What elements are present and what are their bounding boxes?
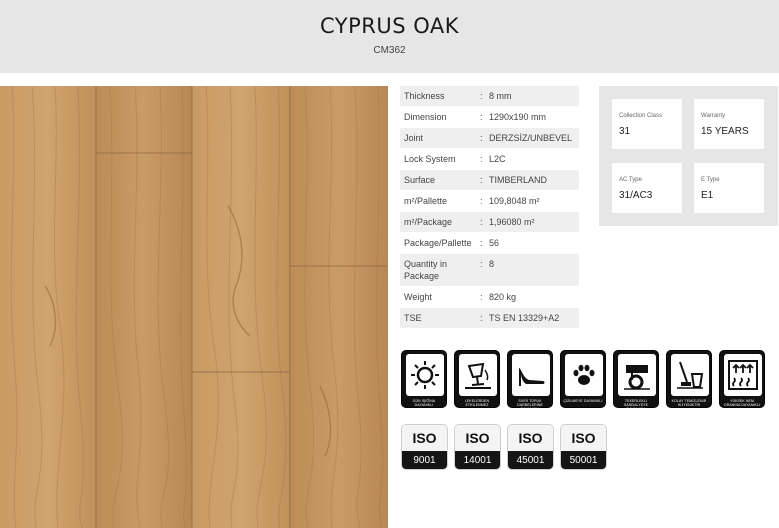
spec-label: Dimension (404, 112, 447, 122)
iso-50001-label: ISO (561, 425, 606, 451)
stain-resistance-caption: LEKELERDEN ETKİLENMEZ (464, 399, 490, 407)
spec-label: Weight (404, 292, 432, 302)
spec-value: 1,96080 m² (489, 217, 535, 227)
feature-icons: GÜN IŞIĞINA DAYANIKLI LEKELERDEN ETKİLEN… (401, 350, 771, 411)
spec-separator: : (480, 133, 483, 143)
spec-label: Package/Pallette (404, 238, 472, 248)
spec-row: m²/Pallette:109,8048 m² (400, 191, 579, 212)
spec-value: TS EN 13329+A2 (489, 313, 560, 323)
spec-separator: : (480, 238, 483, 248)
spec-row: Weight:820 kg (400, 287, 579, 308)
spec-separator: : (480, 292, 483, 302)
spec-value: 109,8048 m² (489, 196, 540, 206)
easy-clean-caption: KOLAY TEMİZLENİR HİJYENİKTİR (671, 399, 707, 407)
spec-separator: : (480, 196, 483, 206)
high-heel-icon (519, 368, 545, 386)
spec-row: Quantity in Package:8 (400, 254, 579, 287)
spec-value: 820 kg (489, 292, 517, 302)
spec-row: Surface: TIMBERLAND (400, 170, 579, 191)
spec-label: m²/Pallette (404, 196, 448, 206)
sun-icon (411, 361, 439, 389)
spec-row: Joint: DERZSİZ/UNBEVEL (400, 128, 579, 149)
product-title: CYPRUS OAK (319, 14, 460, 38)
e-type-card: E Type E1 (694, 163, 764, 213)
spec-label: m²/Package (404, 217, 453, 227)
spec-row: Dimension:1290x190 mm (400, 107, 579, 128)
iso-9001-label: ISO (402, 425, 447, 451)
iso-14001-badge: ISO 14001 (454, 424, 501, 470)
easy-clean-badge: KOLAY TEMİZLENİR HİJYENİKTİR (666, 350, 712, 408)
humidity-icon (728, 360, 758, 390)
spec-value: DERZSİZ/UNBEVEL (489, 133, 573, 143)
warranty-value: 15 YEARS (701, 126, 749, 137)
e-type-label: E Type (701, 177, 720, 183)
scratch-resistance-caption: ÇİZİLMEYE DAYANIKLI (563, 399, 603, 403)
spec-separator: : (480, 313, 483, 323)
warranty-label: Warranty (701, 113, 726, 119)
iso-14001-label: ISO (455, 425, 500, 451)
spec-separator: : (480, 259, 483, 269)
spec-row: Package/Pallette:56 (400, 233, 579, 254)
spec-value: 56 (489, 238, 500, 248)
spec-label: Thickness (404, 91, 445, 101)
humidity-resistance-caption: YÜKSEK NEM ORANINA DAYANIKLI (723, 399, 761, 407)
spec-separator: : (480, 175, 483, 185)
stain-resistance-badge: LEKELERDEN ETKİLENMEZ (454, 350, 500, 408)
wheel-resistance-caption: TEKERLEKLİ SANDALYEYE DAYANIKLI (623, 399, 649, 411)
collection-class-card: Collection Class 31 (612, 99, 682, 149)
iso-45001-badge: ISO 45001 (507, 424, 554, 470)
spec-row: m²/Package:1,96080 m² (400, 212, 579, 233)
heel-resistance-caption: SİVRİ TOPUK DARBELERİNE DAYANIKLI (517, 399, 543, 411)
iso-9001-number: 9001 (402, 451, 447, 469)
chair-wheel-icon (624, 365, 650, 390)
collection-class-label: Collection Class (619, 113, 663, 119)
product-header: CYPRUS OAK CM362 (0, 0, 779, 73)
spec-value: TIMBERLAND (489, 175, 548, 185)
spec-label: Lock System (404, 154, 456, 164)
info-panel: Collection Class 31 Warranty 15 YEARS AC… (599, 86, 778, 226)
heel-resistance-badge: SİVRİ TOPUK DARBELERİNE DAYANIKLI (507, 350, 553, 411)
spec-separator: : (480, 217, 483, 227)
warranty-card: Warranty 15 YEARS (694, 99, 764, 149)
iso-certificates: ISO 9001 ISO 14001 ISO 45001 ISO 50001 (400, 424, 610, 472)
humidity-resistance-badge: YÜKSEK NEM ORANINA DAYANIKLI (719, 350, 765, 408)
scratch-resistance-badge: ÇİZİLMEYE DAYANIKLI (560, 350, 606, 408)
iso-14001-number: 14001 (455, 451, 500, 469)
spec-value: 1290x190 mm (489, 112, 547, 122)
spec-separator: : (480, 112, 483, 122)
sun-resistance-badge: GÜN IŞIĞINA DAYANIKLI (401, 350, 447, 408)
ac-type-label: AC Type (619, 177, 642, 183)
sun-resistance-caption: GÜN IŞIĞINA DAYANIKLI (412, 399, 436, 407)
spec-label: TSE (404, 313, 422, 323)
spec-value: L2C (489, 154, 506, 164)
spec-row: Lock System: L2C (400, 149, 579, 170)
spec-value: 8 mm (489, 91, 512, 101)
iso-9001-badge: ISO 9001 (401, 424, 448, 470)
spec-value: 8 (489, 259, 495, 269)
spec-label: Quantity in Package (404, 259, 448, 281)
iso-45001-label: ISO (508, 425, 553, 451)
e-type-value: E1 (701, 190, 714, 201)
spec-label: Surface (404, 175, 436, 185)
spec-table: Thickness:8 mm Dimension:1290x190 mm Joint… (400, 86, 579, 329)
spec-row: Thickness:8 mm (400, 86, 579, 107)
ac-type-card: AC Type 31/AC3 (612, 163, 682, 213)
paw-print-icon (573, 364, 595, 385)
product-texture-image (0, 86, 388, 528)
spill-glass-icon (465, 362, 491, 389)
spec-row: TSE: TS EN 13329+A2 (400, 308, 579, 329)
wheel-resistance-badge: TEKERLEKLİ SANDALYEYE DAYANIKLI (613, 350, 659, 411)
iso-50001-number: 50001 (561, 451, 606, 469)
iso-50001-badge: ISO 50001 (560, 424, 607, 470)
spec-label: Joint (404, 133, 424, 143)
iso-45001-number: 45001 (508, 451, 553, 469)
product-code: CM362 (373, 45, 406, 56)
mop-bucket-icon (677, 361, 704, 389)
collection-class-value: 31 (619, 126, 631, 137)
ac-type-value: 31/AC3 (619, 190, 653, 201)
spec-separator: : (480, 91, 483, 101)
spec-separator: : (480, 154, 483, 164)
